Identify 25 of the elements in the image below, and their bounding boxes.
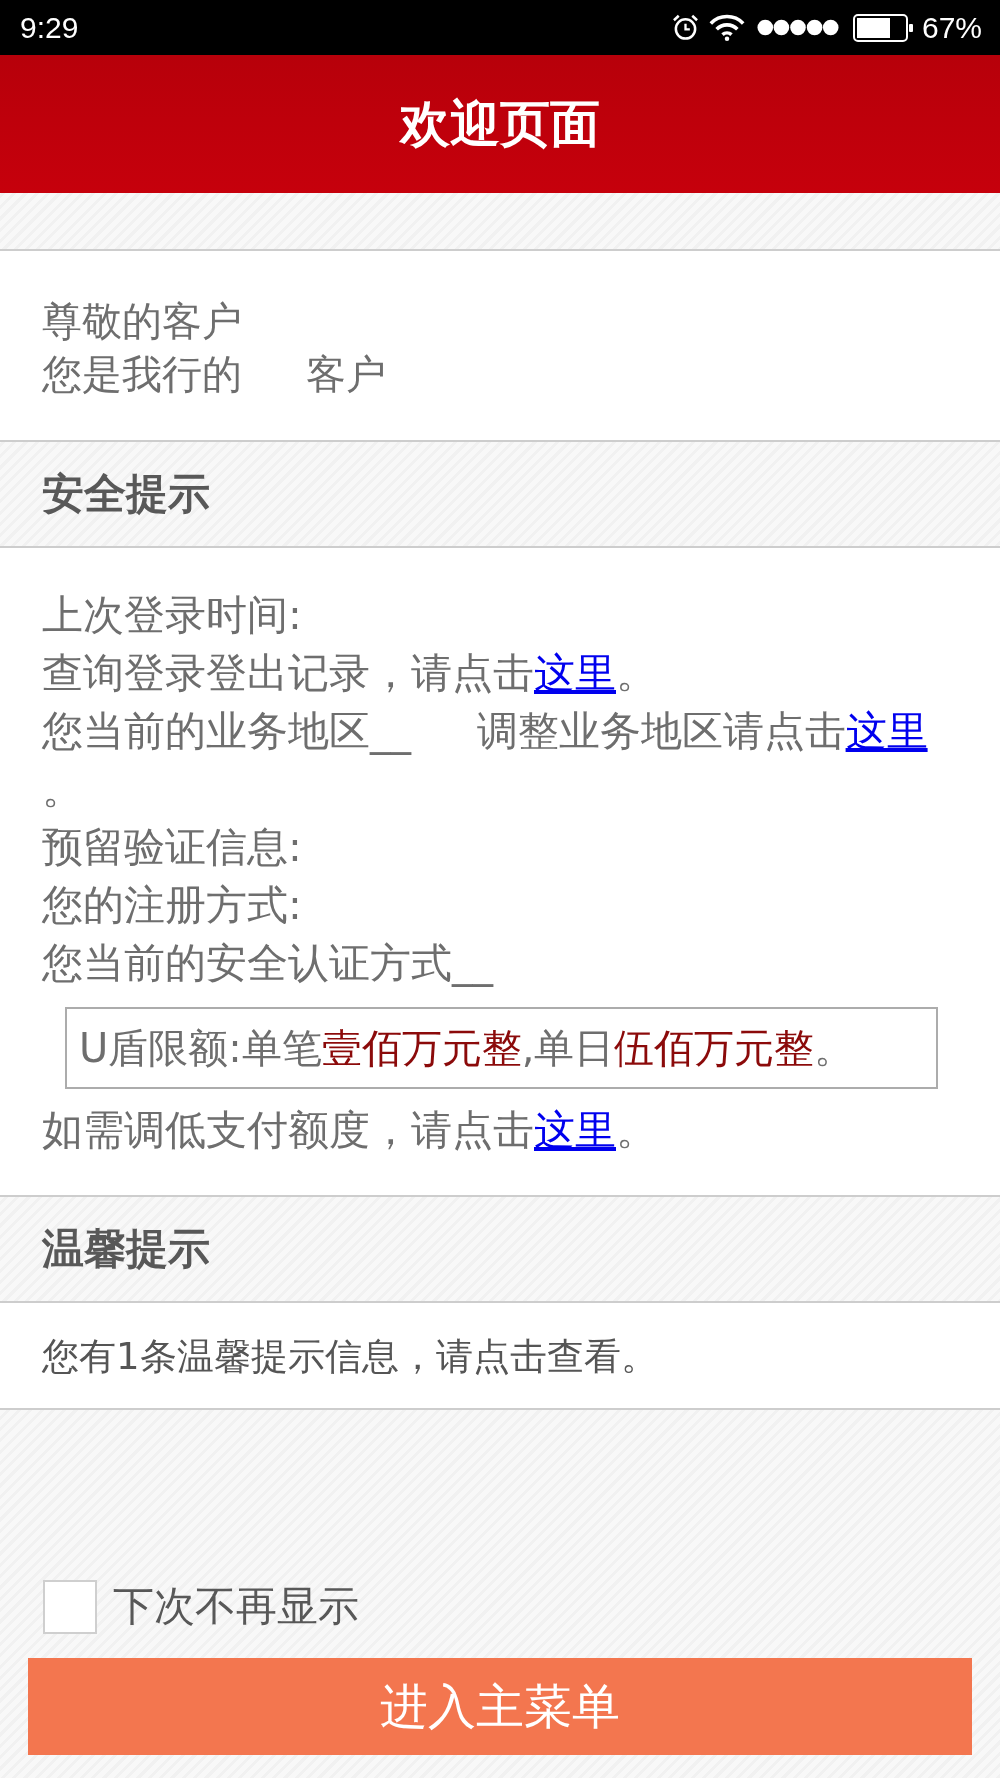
status-time: 9:29 (20, 10, 79, 45)
page-title: 欢迎页面 (400, 93, 600, 155)
alarm-clock-icon (671, 14, 699, 41)
checkbox[interactable] (43, 1579, 97, 1634)
info-line: 预留验证信息: (42, 822, 303, 873)
info-line: 如需调低支付额度，请点击这里。 (42, 1105, 658, 1156)
checkbox-label[interactable]: 下次不再显示 (113, 1579, 359, 1634)
section-title: 温馨提示 (42, 1223, 210, 1275)
info-line: 查询登录登出记录，请点击这里。 (42, 648, 658, 699)
wifi-icon (708, 14, 745, 41)
here-link[interactable]: 这里 (845, 707, 928, 755)
tip-message[interactable]: 您有1条温馨提示信息，请点击查看。 (42, 1332, 658, 1382)
greeting-line: 您是我行的 客户 (42, 350, 387, 399)
section-title: 安全提示 (42, 468, 210, 520)
battery-percent: 67% (921, 10, 982, 45)
info-line: 上次登录时间: (42, 590, 303, 641)
greeting-line: 尊敬的客户 (42, 297, 243, 346)
limit-notice: U盾限额:单笔壹佰万元整,单日伍佰万元整。 (65, 1007, 938, 1089)
battery-icon (852, 13, 913, 42)
info-line: 您当前的业务地区__ 调整业务地区请点击这里 。 (42, 706, 929, 815)
info-line: 您当前的安全认证方式__ (42, 938, 495, 989)
info-line: 您的注册方式: (42, 880, 303, 931)
signal-dots-icon (756, 19, 839, 36)
here-link[interactable]: 这里 (534, 1106, 616, 1154)
here-link[interactable]: 这里 (534, 649, 616, 697)
